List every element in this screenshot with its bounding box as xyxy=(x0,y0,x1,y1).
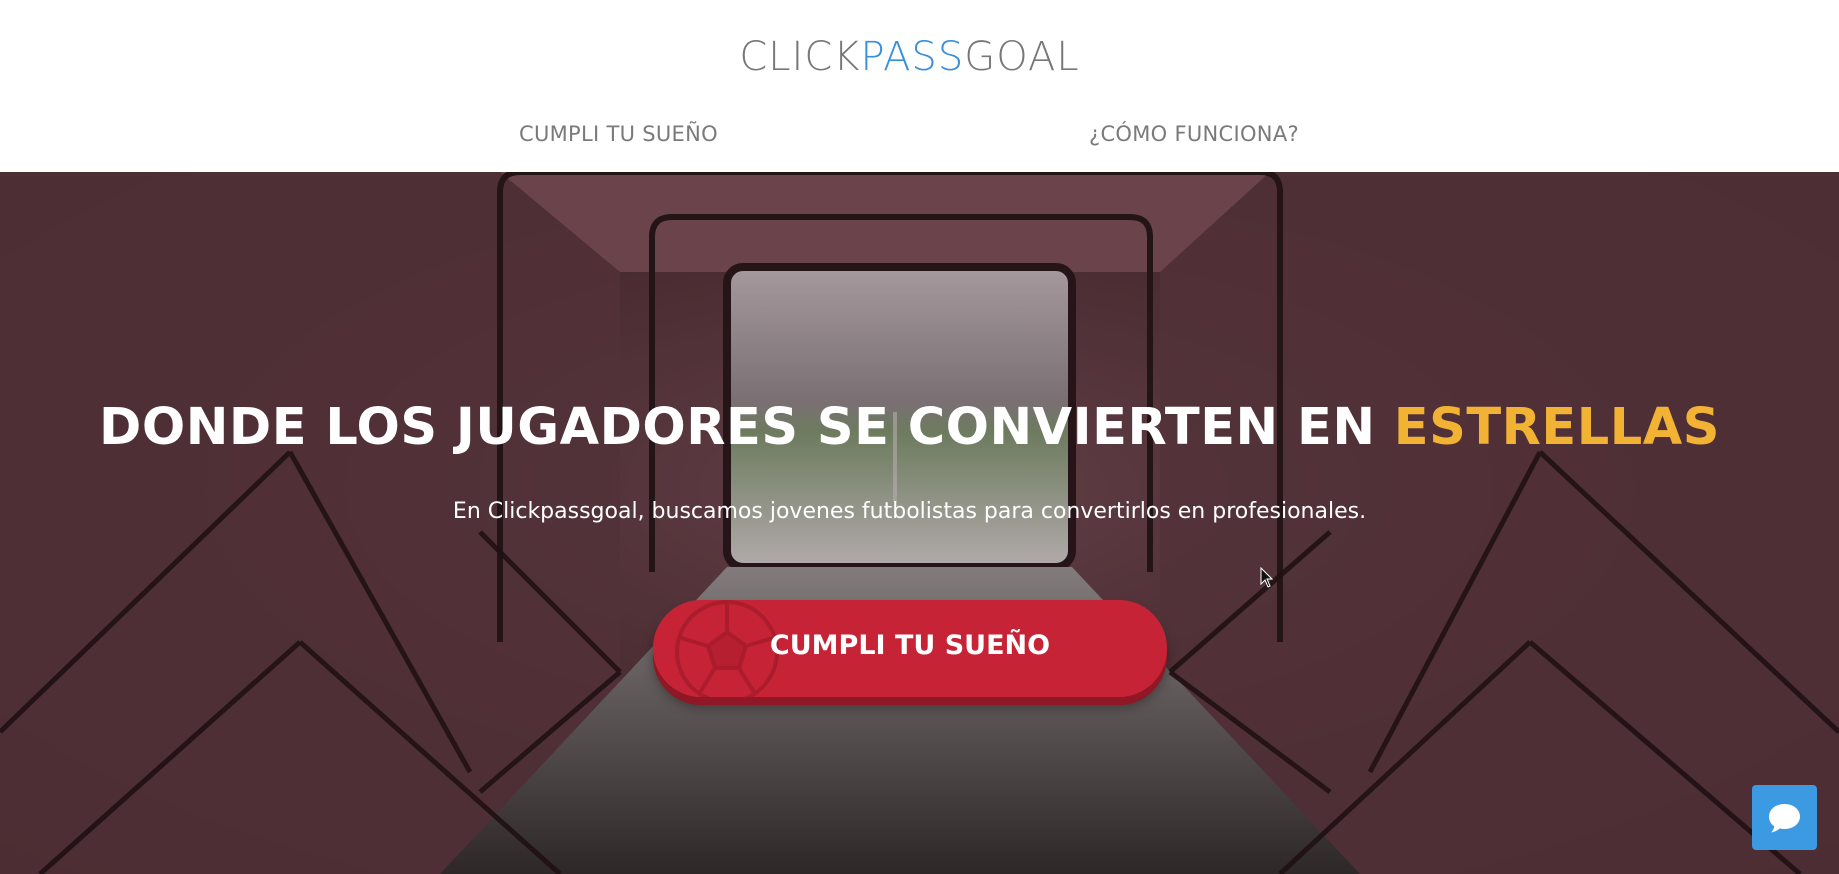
logo-part-goal: GOAL xyxy=(964,34,1080,80)
hero-subtitle: En Clickpassgoal, buscamos jovenes futbo… xyxy=(452,499,1367,524)
mouse-cursor-icon xyxy=(1260,567,1274,588)
hero-title: DONDE LOS JUGADORES SE CONVIERTEN EN EST… xyxy=(0,398,1819,457)
hero-title-main: DONDE LOS JUGADORES SE CONVIERTEN EN xyxy=(99,398,1394,457)
cta-button-label: CUMPLI TU SUEÑO xyxy=(769,630,1051,661)
chat-bubble-icon xyxy=(1769,804,1800,833)
nav-link-como-funciona[interactable]: ¿CÓMO FUNCIONA? xyxy=(1089,122,1299,146)
nav-link-cumpli-tu-sueno[interactable]: CUMPLI TU SUEÑO xyxy=(519,122,718,146)
site-logo[interactable]: CLICKPASSGOAL xyxy=(0,34,1819,80)
logo-part-pass: PASS xyxy=(860,34,965,80)
cta-button[interactable]: CUMPLI TU SUEÑO xyxy=(653,600,1167,697)
logo-part-click: CLICK xyxy=(739,34,861,80)
hero-section: DONDE LOS JUGADORES SE CONVIERTEN EN EST… xyxy=(0,172,1839,874)
chat-button[interactable] xyxy=(1752,785,1817,850)
hero-title-highlight: ESTRELLAS xyxy=(1393,398,1720,457)
site-header: CLICKPASSGOAL CUMPLI TU SUEÑO ¿CÓMO FUNC… xyxy=(0,0,1839,172)
